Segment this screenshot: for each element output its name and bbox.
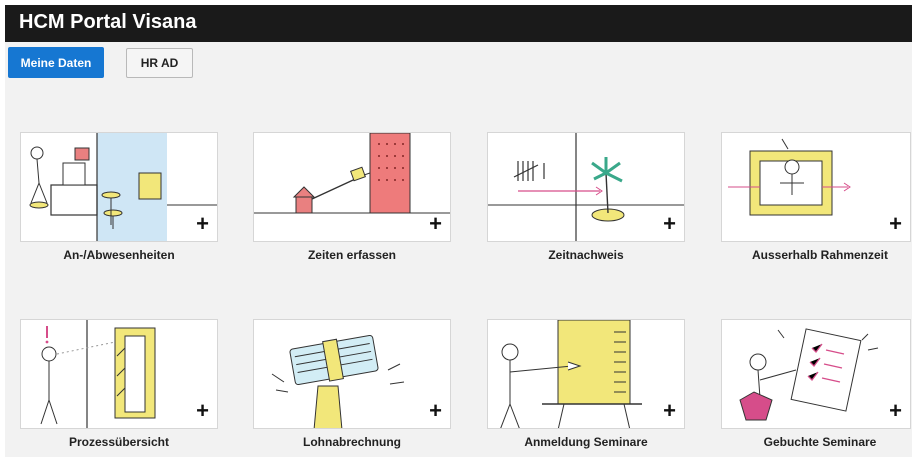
tile-card: + xyxy=(253,319,451,429)
tile-card: + xyxy=(487,319,685,429)
house-to-building-illustration xyxy=(254,133,450,214)
money-stack-illustration xyxy=(271,334,405,428)
traffic-light-illustration xyxy=(40,320,156,428)
tile-card: + xyxy=(20,319,218,429)
tab-meine-daten[interactable]: Meine Daten xyxy=(8,47,104,78)
add-icon: + xyxy=(196,398,209,423)
tile-prozessuebersicht[interactable]: + Prozessübersicht xyxy=(20,319,218,449)
checklist-illustration xyxy=(739,328,879,421)
main-content: Meine Daten HR AD + An-/Abwesenheiten + … xyxy=(5,42,912,457)
header-bar: HCM Portal Visana xyxy=(5,5,912,42)
tile-label: Zeiten erfassen xyxy=(307,248,397,262)
tile-label: Lohnabrechnung xyxy=(303,435,401,449)
tile-label: Ausserhalb Rahmenzeit xyxy=(751,248,889,262)
tile-label: Gebuchte Seminare xyxy=(763,435,877,449)
tile-label: Anmeldung Seminare xyxy=(524,435,648,449)
add-icon: + xyxy=(889,398,902,423)
tally-palm-island-illustration xyxy=(488,133,684,241)
tile-lohnabrechnung[interactable]: + Lohnabrechnung xyxy=(253,319,451,449)
add-icon: + xyxy=(429,398,442,423)
tile-gebuchte-seminare[interactable]: + Gebuchte Seminare xyxy=(721,319,914,449)
tile-card: + xyxy=(721,319,911,429)
tab-hr-ad[interactable]: HR AD xyxy=(126,48,193,78)
tile-card: + xyxy=(721,132,911,242)
tile-ausserhalb-rahmenzeit[interactable]: + Ausserhalb Rahmenzeit xyxy=(721,132,914,262)
tile-label: Zeitnachweis xyxy=(548,248,624,262)
tile-an-abwesenheiten[interactable]: + An-/Abwesenheiten xyxy=(20,132,218,262)
portal-title: HCM Portal Visana xyxy=(19,11,197,33)
tile-label: An-/Abwesenheiten xyxy=(63,248,175,262)
add-icon: + xyxy=(889,211,902,236)
tile-zeiten-erfassen[interactable]: + Zeiten erfassen xyxy=(253,132,451,262)
tile-anmeldung-seminare[interactable]: + Anmeldung Seminare xyxy=(487,319,685,449)
tile-card: + xyxy=(20,132,218,242)
add-icon: + xyxy=(663,398,676,423)
presentation-board-illustration xyxy=(500,320,642,428)
person-in-frame-illustration xyxy=(728,138,851,216)
tile-card: + xyxy=(487,132,685,242)
add-icon: + xyxy=(663,211,676,236)
add-icon: + xyxy=(429,211,442,236)
tile-zeitnachweis[interactable]: + Zeitnachweis xyxy=(487,132,685,262)
tile-label: Prozessübersicht xyxy=(68,435,170,449)
add-icon: + xyxy=(196,211,209,236)
tile-card: + xyxy=(253,132,451,242)
office-desk-illustration xyxy=(29,133,217,241)
